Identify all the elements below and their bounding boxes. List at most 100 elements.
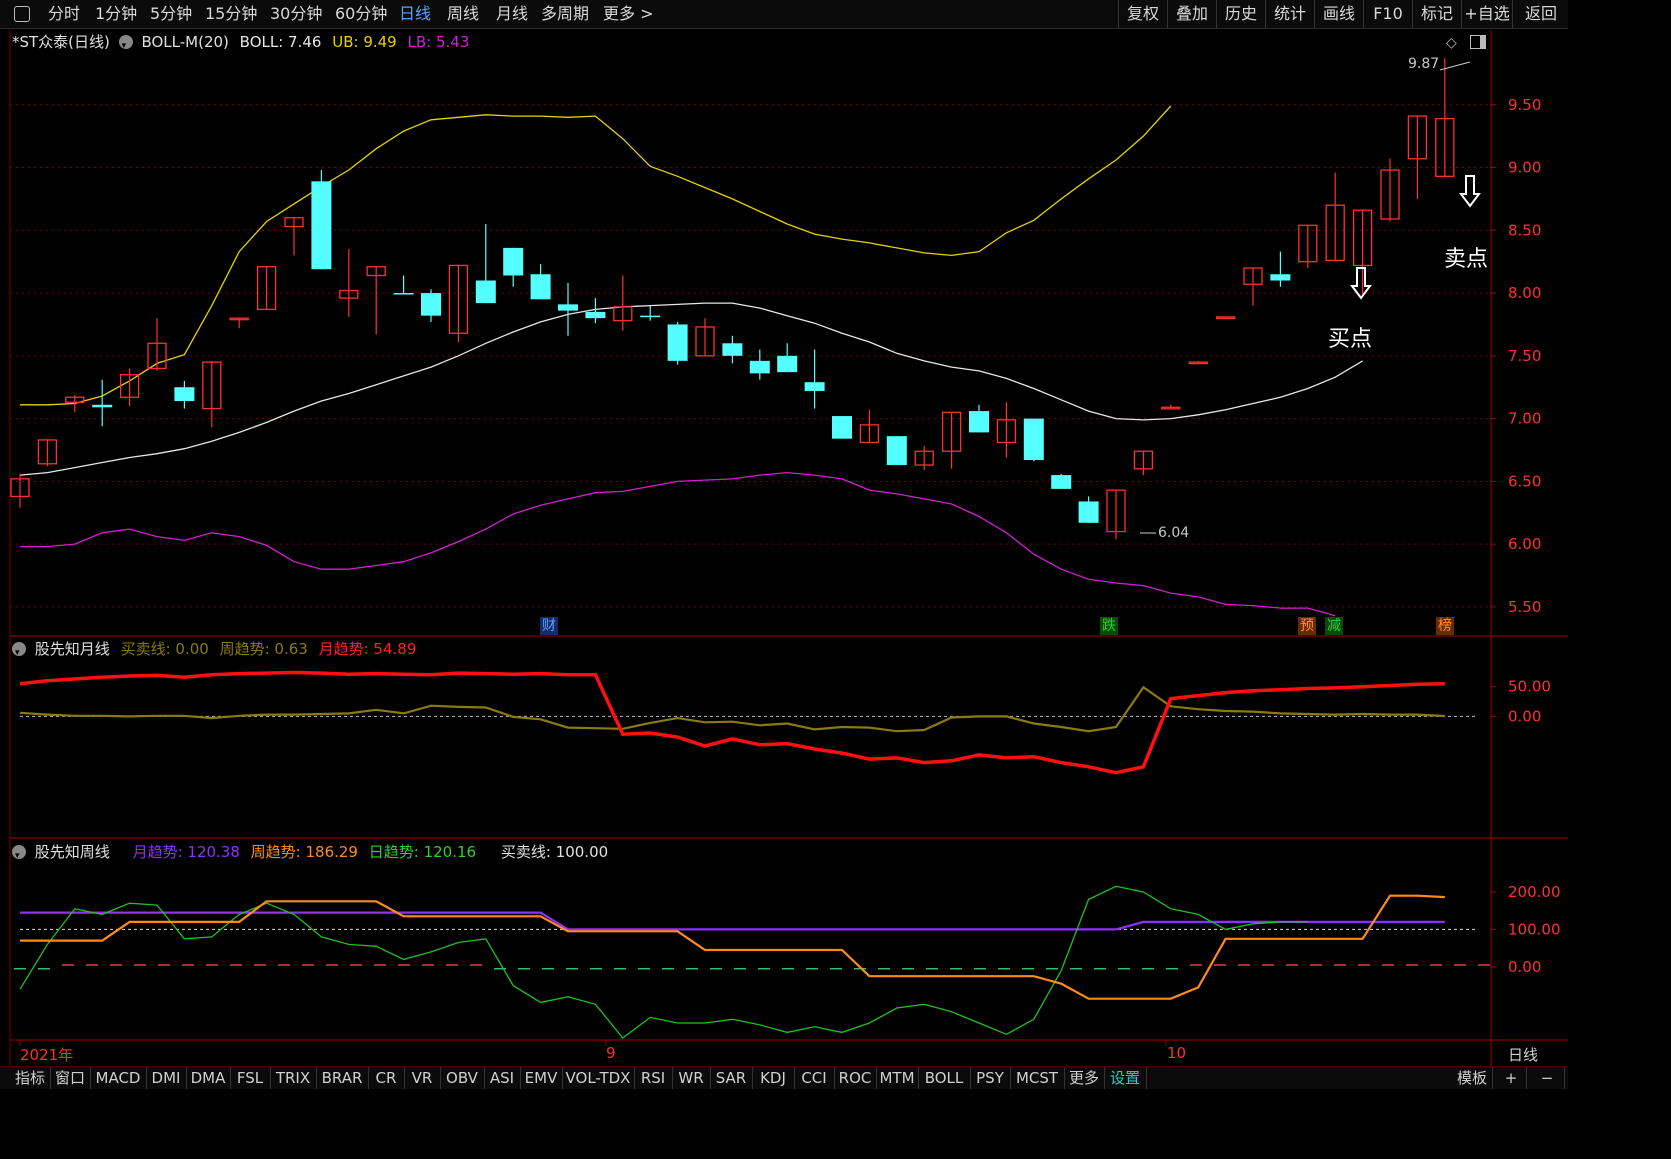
event-badge-2[interactable]: 预: [1298, 617, 1316, 635]
candle-body: [311, 181, 332, 270]
bottom-right-button-0[interactable]: 模板: [1452, 1067, 1493, 1089]
ub-value: UB: 9.49: [332, 33, 397, 51]
indicator-tab-5[interactable]: FSL: [230, 1067, 271, 1089]
candle-body: [174, 387, 195, 402]
candle-body: [147, 342, 167, 370]
toolbar-button-8[interactable]: 返回: [1512, 0, 1569, 28]
period-tab-1[interactable]: 1分钟: [95, 4, 137, 24]
stock-chart[interactable]: 5.50 6.00 6.50 7.00 7.50 8.00 8.50 9.00 9.50 0.00…: [0, 0, 1568, 1088]
period-tab-7[interactable]: 周线: [447, 4, 479, 24]
candle-body: [722, 343, 743, 356]
high-pointer-line: [1439, 61, 1471, 71]
indicator-tab-6[interactable]: TRIX: [270, 1067, 317, 1089]
period-tab-2[interactable]: 5分钟: [150, 4, 192, 24]
event-badge-1[interactable]: 跌: [1100, 617, 1118, 635]
y-tick-label: 8.00: [1508, 284, 1541, 302]
candle-body: [1325, 204, 1345, 262]
boll-lb-line: [20, 471, 1336, 617]
y-tick-label: 8.50: [1508, 221, 1541, 239]
candle-body: [229, 317, 249, 321]
indicator-tab-22[interactable]: PSY: [970, 1067, 1011, 1089]
toolbar-button-3[interactable]: 统计: [1265, 0, 1314, 28]
low-price-label: 6.04: [1158, 525, 1190, 541]
indicator-tab-23[interactable]: MCST: [1010, 1067, 1065, 1089]
candle-body: [1407, 115, 1428, 160]
y-tick-label: 9.50: [1508, 96, 1541, 114]
indicator-tab-9[interactable]: VR: [404, 1067, 441, 1089]
candle-body: [1023, 418, 1044, 461]
indicator-name[interactable]: BOLL-M(20): [141, 33, 228, 51]
candle-body: [503, 247, 524, 276]
indicator-tab-4[interactable]: DMA: [186, 1067, 231, 1089]
candle-body: [1243, 267, 1263, 285]
candle-body: [695, 326, 715, 357]
candle-body: [914, 450, 934, 466]
period-tab-4[interactable]: 30分钟: [270, 4, 322, 24]
indicator-tab-2[interactable]: MACD: [90, 1067, 147, 1089]
panel2-title[interactable]: 股先知月线: [35, 640, 110, 658]
y-tick-label: 6.50: [1508, 472, 1541, 490]
indicator-tab-7[interactable]: BRAR: [316, 1067, 369, 1089]
candle-body: [1188, 361, 1208, 365]
period-tab-9[interactable]: 多周期: [541, 4, 589, 24]
toolbar-button-1[interactable]: 叠加: [1167, 0, 1216, 28]
toolbar-button-0[interactable]: 复权: [1118, 0, 1167, 28]
period-tab-6[interactable]: 日线: [399, 4, 431, 24]
diamond-icon[interactable]: ◇: [1446, 35, 1457, 51]
toolbar-button-4[interactable]: 画线: [1314, 0, 1363, 28]
indicator-tab-17[interactable]: KDJ: [752, 1067, 795, 1089]
period-tab-5[interactable]: 60分钟: [335, 4, 387, 24]
period-tab-3[interactable]: 15分钟: [205, 4, 257, 24]
candle-body: [10, 478, 30, 498]
toolbar-button-2[interactable]: 历史: [1216, 0, 1265, 28]
high-price-label: 9.87: [1408, 56, 1440, 72]
top-toolbar: 分时 1分钟 5分钟 15分钟 30分钟 60分钟 日线 周线 月线 多周期 更多 > 复权 叠加 历史…: [0, 0, 1568, 29]
indicator-tab-24[interactable]: 更多: [1064, 1067, 1105, 1089]
indicator-tab-21[interactable]: BOLL: [918, 1067, 971, 1089]
collapse-icon[interactable]: ▾: [12, 845, 26, 861]
event-badge-0[interactable]: 财: [540, 617, 558, 635]
indicator-tab-0[interactable]: 指标: [10, 1067, 51, 1089]
toolbar-button-7[interactable]: +自选: [1461, 0, 1512, 28]
menu-square-icon[interactable]: [14, 6, 30, 22]
period-tab-10[interactable]: 更多 >: [603, 4, 654, 24]
collapse-icon[interactable]: ▾: [118, 35, 133, 51]
indicator-tab-16[interactable]: SAR: [710, 1067, 753, 1089]
indicator-tab-20[interactable]: MTM: [876, 1067, 919, 1089]
bottom-right-button-2[interactable]: −: [1530, 1067, 1565, 1089]
candle-body: [996, 419, 1017, 444]
indicator-tab-3[interactable]: DMI: [146, 1067, 187, 1089]
toolbar-button-5[interactable]: F10: [1363, 0, 1412, 28]
period-tab-0[interactable]: 分时: [48, 4, 80, 24]
sell-point-label: 卖点: [1444, 247, 1489, 272]
event-badge-3[interactable]: 减: [1325, 617, 1343, 635]
period-tab-8[interactable]: 月线: [496, 4, 528, 24]
indicator-tab-15[interactable]: WR: [672, 1067, 711, 1089]
candle-body: [1380, 169, 1400, 220]
panel-toggle-icon[interactable]: [1470, 35, 1486, 49]
indicator-tab-25[interactable]: 设置: [1104, 1067, 1147, 1089]
candle-body: [65, 396, 85, 403]
month-trend-line: [19, 670, 1445, 775]
bottom-right-button-1[interactable]: +: [1496, 1067, 1527, 1089]
indicator-tab-14[interactable]: RSI: [634, 1067, 673, 1089]
toolbar-button-6[interactable]: 标记: [1412, 0, 1461, 28]
indicator-tab-18[interactable]: CCI: [794, 1067, 835, 1089]
indicator-tab-12[interactable]: EMV: [520, 1067, 563, 1089]
indicator-tab-1[interactable]: 窗口: [50, 1067, 91, 1089]
indicator-tab-13[interactable]: VOL-TDX: [562, 1067, 635, 1089]
indicator-tab-10[interactable]: OBV: [440, 1067, 485, 1089]
candle-body: [804, 382, 825, 391]
lb-value: LB: 5.43: [407, 33, 470, 51]
event-badge-4[interactable]: 榜: [1436, 617, 1454, 635]
collapse-icon[interactable]: ▾: [12, 642, 26, 658]
buy-point-label: 买点: [1328, 327, 1373, 352]
candle-body: [585, 311, 606, 319]
y-tick-label: 0.00: [1508, 958, 1541, 976]
indicator-tab-19[interactable]: ROC: [834, 1067, 877, 1089]
panel3-day: 日趋势: 120.16: [368, 843, 477, 861]
indicator-tab-8[interactable]: CR: [368, 1067, 405, 1089]
indicator-tab-11[interactable]: ASI: [484, 1067, 521, 1089]
stock-name: *ST众泰(日线): [12, 33, 110, 51]
panel3-title[interactable]: 股先知周线: [35, 843, 110, 861]
